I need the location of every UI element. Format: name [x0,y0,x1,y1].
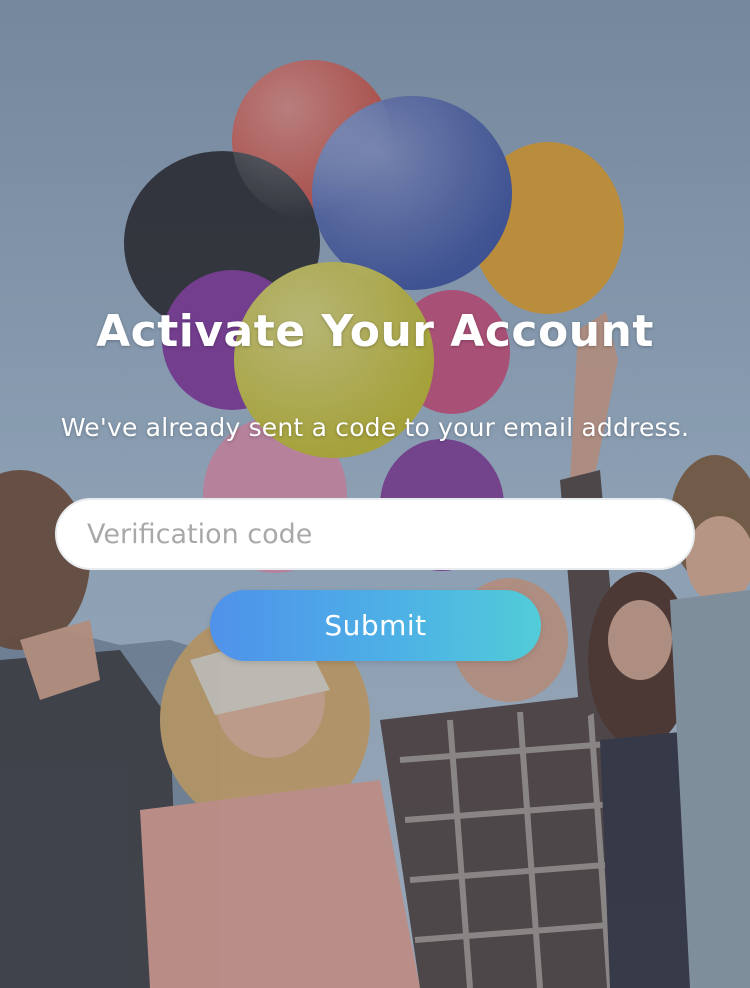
page-title: Activate Your Account [96,306,654,357]
page-subtitle: We've already sent a code to your email … [60,413,690,442]
verification-code-input[interactable] [55,498,695,570]
activation-screen: Activate Your Account We've already sent… [0,0,750,988]
activation-panel: Activate Your Account We've already sent… [0,0,750,988]
submit-button[interactable]: Submit [210,590,541,661]
